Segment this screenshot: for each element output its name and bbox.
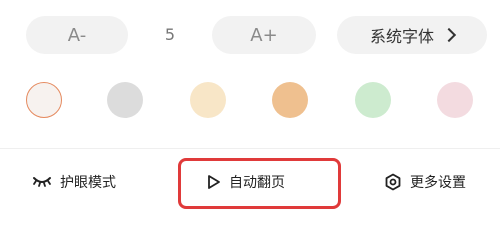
color-swatch-mint[interactable] [355,82,391,118]
decrease-font-button[interactable]: A- [26,16,128,54]
increase-font-button[interactable]: A+ [212,16,316,54]
color-swatch-cream[interactable] [190,82,226,118]
eye-care-mode-button[interactable]: 护眼模式 [32,149,116,215]
font-family-button[interactable]: 系统字体 [337,16,487,54]
reader-settings-panel: A- 5 A+ 系统字体 护眼模式 自动翻页 更多设置 [0,0,500,215]
bottom-action-bar: 护眼模式 自动翻页 更多设置 [0,149,500,215]
gear-hexagon-icon [384,173,402,191]
background-color-row [0,82,500,120]
color-swatch-gray[interactable] [107,82,143,118]
play-icon [207,174,221,190]
color-swatch-tan[interactable] [272,82,308,118]
more-settings-label: 更多设置 [410,175,466,191]
chevron-right-icon [441,27,457,43]
color-swatch-pink[interactable] [437,82,473,118]
font-size-value: 5 [164,25,176,44]
decrease-font-label: A- [67,24,87,46]
font-family-label: 系统字体 [369,27,434,46]
eye-care-mode-label: 护眼模式 [60,175,116,191]
color-swatch-white[interactable] [26,82,62,118]
more-settings-button[interactable]: 更多设置 [384,149,466,215]
auto-page-turn-button[interactable]: 自动翻页 [207,149,285,215]
increase-font-label: A+ [250,24,278,46]
auto-page-turn-label: 自动翻页 [229,175,285,191]
font-size-row: A- 5 A+ 系统字体 [0,16,500,54]
closed-eye-icon [32,175,52,189]
